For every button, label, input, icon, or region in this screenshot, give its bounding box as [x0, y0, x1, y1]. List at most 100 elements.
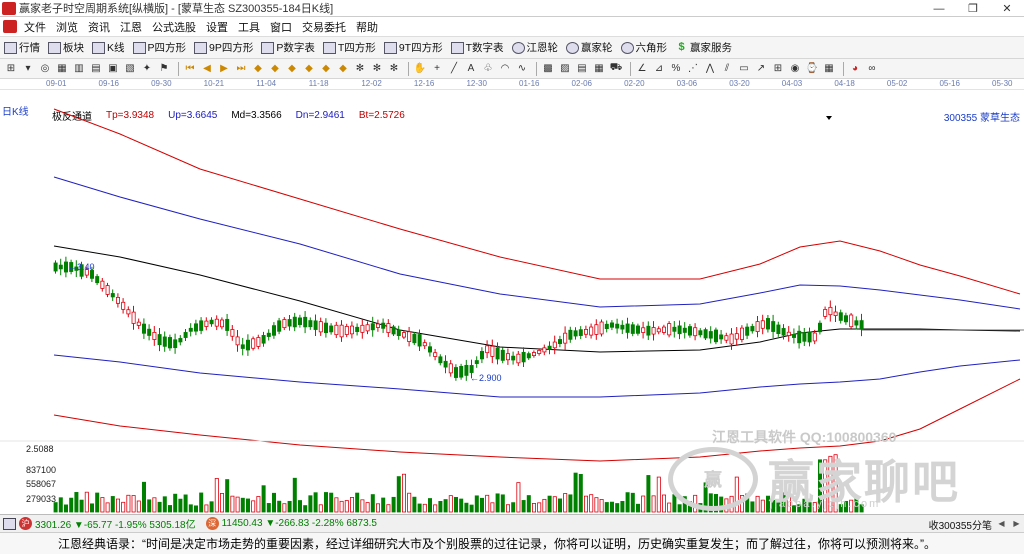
- restore-button[interactable]: ❐: [956, 0, 990, 17]
- menu-file[interactable]: 文件: [19, 19, 51, 35]
- diamond3-icon[interactable]: ◆: [285, 62, 299, 76]
- menu-browse[interactable]: 浏览: [51, 19, 83, 35]
- candle: [766, 318, 771, 330]
- infinity-icon[interactable]: ∞: [865, 62, 879, 76]
- volume-scale-label: 2.5088: [26, 444, 54, 454]
- fib-icon[interactable]: ♧: [481, 62, 495, 76]
- last-icon[interactable]: ⏭: [234, 62, 248, 76]
- menu-logo-icon[interactable]: [3, 20, 17, 33]
- channel-icon[interactable]: ⫽: [720, 62, 734, 76]
- candle: [214, 318, 219, 327]
- spiral-icon[interactable]: ◉: [788, 62, 802, 76]
- volume-bar: [318, 504, 323, 513]
- star2-icon[interactable]: ✻: [370, 62, 384, 76]
- close-button[interactable]: ✕: [990, 0, 1024, 17]
- candle: [662, 326, 667, 333]
- diamond2-icon[interactable]: ◆: [268, 62, 282, 76]
- volume-bar: [641, 495, 646, 513]
- print-icon[interactable]: ▨: [558, 62, 572, 76]
- layout-icon[interactable]: ⊞: [4, 62, 18, 76]
- toolbar-t-table-button[interactable]: T数字表: [450, 40, 504, 55]
- star-icon[interactable]: ✻: [353, 62, 367, 76]
- toolbar-service-button[interactable]: $ 赢家服务: [675, 40, 732, 55]
- diamond1-icon[interactable]: ◆: [251, 62, 265, 76]
- cal-icon[interactable]: ▦: [822, 62, 836, 76]
- grid-tool-icon[interactable]: ▦: [55, 62, 69, 76]
- cycle-icon[interactable]: ∿: [515, 62, 529, 76]
- next-icon[interactable]: ▶: [217, 62, 231, 76]
- chart-tool-icon[interactable]: ▧: [123, 62, 137, 76]
- minimize-button[interactable]: —: [922, 0, 956, 17]
- fan-icon[interactable]: ⋰: [686, 62, 700, 76]
- arc-icon[interactable]: ◠: [498, 62, 512, 76]
- text-icon[interactable]: A: [464, 62, 478, 76]
- first-icon[interactable]: ⏮: [183, 62, 197, 76]
- copy-icon[interactable]: ▤: [575, 62, 589, 76]
- toolbar-hexagon-button[interactable]: 六角形: [620, 40, 667, 55]
- volume-bar: [526, 495, 531, 513]
- menu-help[interactable]: 帮助: [351, 19, 383, 35]
- toolbar-kline-button[interactable]: K线: [92, 40, 125, 55]
- scroll-left-icon[interactable]: ◀: [998, 519, 1004, 528]
- volume-tool-icon[interactable]: ▣: [106, 62, 120, 76]
- toolbar-p-table-button[interactable]: P数字表: [261, 40, 315, 55]
- hand-icon[interactable]: ✋: [413, 62, 427, 76]
- low-price-label: ←2.900: [470, 373, 502, 383]
- scroll-right-icon[interactable]: ▶: [1013, 519, 1019, 528]
- grid-toggle-icon[interactable]: [3, 517, 16, 530]
- volume-bar: [474, 495, 479, 513]
- save-icon[interactable]: ▩: [541, 62, 555, 76]
- diamond6-icon[interactable]: ◆: [336, 62, 350, 76]
- menu-settings[interactable]: 设置: [201, 19, 233, 35]
- toolbar-9p-square-button[interactable]: 9P四方形: [194, 40, 253, 55]
- candle: [651, 327, 656, 335]
- prev-icon[interactable]: ◀: [200, 62, 214, 76]
- toolbar-quotes-button[interactable]: 行情: [4, 40, 40, 55]
- box-icon[interactable]: ▭: [737, 62, 751, 76]
- wave-icon[interactable]: ⋀: [703, 62, 717, 76]
- menu-window[interactable]: 窗口: [265, 19, 297, 35]
- sh-index-value[interactable]: 3301.26 ▼-65.77 -1.95% 5305.18亿: [35, 516, 196, 531]
- calc-icon[interactable]: ▦: [592, 62, 606, 76]
- grid2-icon[interactable]: ⊞: [771, 62, 785, 76]
- diamond4-icon[interactable]: ◆: [302, 62, 316, 76]
- angle1-icon[interactable]: ∠: [635, 62, 649, 76]
- percent-icon[interactable]: %: [669, 62, 683, 76]
- menu-gann[interactable]: 江恩: [115, 19, 147, 35]
- bar-tool-icon[interactable]: ▤: [89, 62, 103, 76]
- toolbar-p-square-button[interactable]: P四方形: [132, 40, 186, 55]
- toolbar-gann-wheel-button[interactable]: 江恩轮: [511, 40, 558, 55]
- cross-icon[interactable]: +: [430, 62, 444, 76]
- line-icon[interactable]: ╱: [447, 62, 461, 76]
- toolbar-t-square-button[interactable]: T四方形: [322, 40, 376, 55]
- dropdown-icon[interactable]: ▾: [21, 62, 35, 76]
- color-wheel-icon[interactable]: ◕: [848, 62, 862, 76]
- menu-formula[interactable]: 公式选股: [147, 19, 201, 35]
- menu-tools[interactable]: 工具: [233, 19, 265, 35]
- toolbar-winner-wheel-button[interactable]: 赢家轮: [566, 40, 613, 55]
- menu-news[interactable]: 资讯: [83, 19, 115, 35]
- sz-index-value[interactable]: 11450.43 ▼-266.83 -2.28% 6873.5: [222, 518, 377, 529]
- volume-bar: [662, 494, 667, 513]
- toolbar-9t-square-button[interactable]: 9T四方形: [383, 40, 443, 55]
- candle: [781, 328, 786, 336]
- volume-scale-label: 279033: [26, 494, 57, 504]
- car-icon[interactable]: ⛟: [609, 62, 623, 76]
- window-title: 赢家老子时空周期系统[纵横版] - [蒙草生态 SZ300355-184日K线]: [19, 3, 334, 15]
- gear-tool-icon[interactable]: ✦: [140, 62, 154, 76]
- flag-icon[interactable]: ⚑: [157, 62, 171, 76]
- volume-bar: [90, 503, 95, 513]
- time-icon[interactable]: ⌚: [805, 62, 819, 76]
- diamond5-icon[interactable]: ◆: [319, 62, 333, 76]
- status-scroll[interactable]: ◀ ▶: [994, 515, 1024, 532]
- ray-icon[interactable]: ↗: [754, 62, 768, 76]
- toolbar-sector-button[interactable]: 板块: [48, 40, 84, 55]
- menu-trade[interactable]: 交易委托: [297, 19, 351, 35]
- star3-icon[interactable]: ✻: [387, 62, 401, 76]
- palette-icon[interactable]: ◎: [38, 62, 52, 76]
- ruler-icon[interactable]: ▥: [72, 62, 86, 76]
- candle: [630, 324, 635, 334]
- candle: [807, 331, 812, 343]
- tick-status[interactable]: 收300355分笔: [929, 517, 992, 532]
- angle2-icon[interactable]: ⊿: [652, 62, 666, 76]
